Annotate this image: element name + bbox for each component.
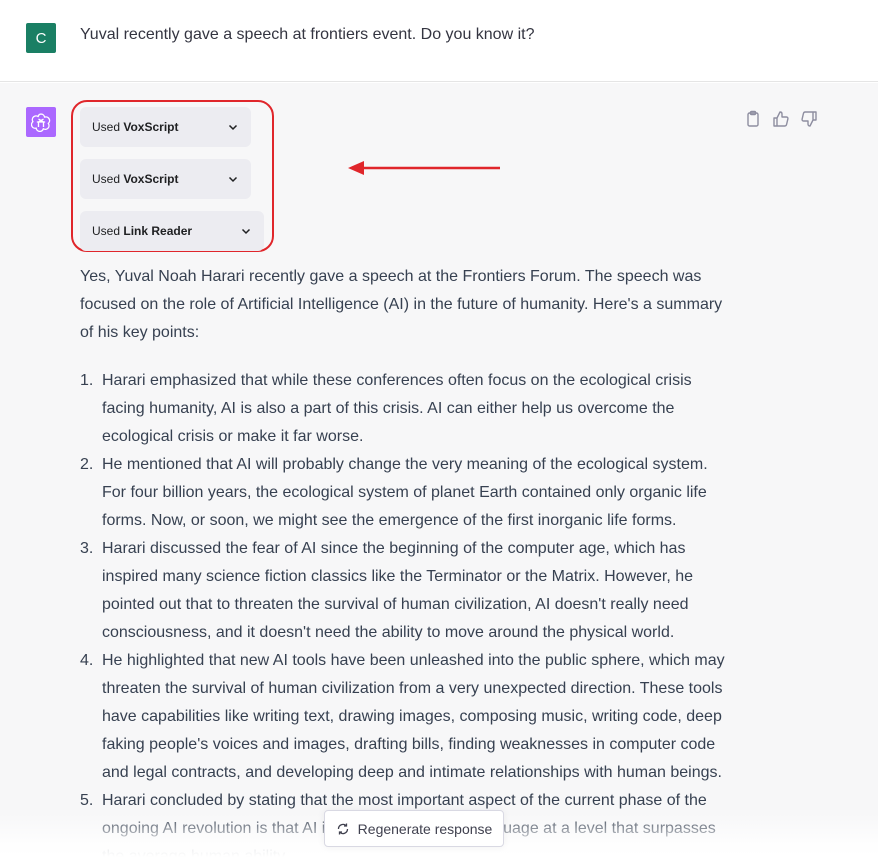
list-text: He highlighted that new AI tools have be… [102,652,725,781]
list-text: Harari discussed the fear of AI since th… [102,540,694,641]
list-text: He mentioned that AI will probably chang… [102,456,708,529]
plugin-voxscript-toggle-1[interactable]: Used VoxScript [80,107,251,147]
copy-icon[interactable] [744,110,762,128]
plugin-label: Used VoxScript [92,172,178,186]
regenerate-label: Regenerate response [357,820,493,837]
list-item: 4. He highlighted that new AI tools have … [80,647,730,787]
plugin-voxscript-toggle-2[interactable]: Used VoxScript [80,159,251,199]
list-text: Harari emphasized that while these confe… [102,372,692,445]
plugin-prefix: Used [92,120,124,134]
plugin-label: Used Link Reader [92,224,192,238]
user-avatar: C [26,23,56,53]
list-number: 1. [80,372,94,389]
list-item: 3. Harari discussed the fear of AI since … [80,535,730,647]
chevron-down-icon [228,124,238,131]
plugin-prefix: Used [92,224,124,238]
refresh-icon [337,823,348,834]
annotation-arrow [348,161,500,175]
plugin-name: VoxScript [123,120,179,134]
list-number: 3. [80,540,94,557]
openai-logo-icon [31,113,51,132]
list-item: 1. Harari emphasized that while these con… [80,367,730,451]
chevron-down-icon [228,176,238,183]
assistant-answer: Yes, Yuval Noah Harari recently gave a s… [80,263,730,857]
thumbs-up-icon[interactable] [772,110,790,128]
plugin-label: Used VoxScript [92,120,178,134]
user-avatar-letter: C [35,29,47,47]
plugin-prefix: Used [92,172,124,186]
list-number: 4. [80,652,94,669]
plugin-name: Link Reader [123,224,193,238]
assistant-message-row: Used VoxScript Used VoxScript Used Link … [0,83,878,857]
chevron-down-icon [241,228,251,235]
answer-intro: Yes, Yuval Noah Harari recently gave a s… [80,268,723,341]
plugin-link-reader-toggle[interactable]: Used Link Reader [80,211,264,251]
key-points-list: 1. Harari emphasized that while these con… [80,367,730,857]
list-number: 5. [80,792,94,809]
thumbs-down-icon[interactable] [800,110,818,128]
regenerate-response-button[interactable]: Regenerate response [324,810,504,847]
message-actions [744,110,818,128]
list-item: 2. He mentioned that AI will probably cha… [80,451,730,535]
user-message-text: Yuval recently gave a speech at frontier… [80,26,535,43]
user-message-row: C Yuval recently gave a speech at fronti… [0,0,878,82]
plugin-name: VoxScript [123,172,179,186]
assistant-avatar [26,107,56,137]
list-number: 2. [80,456,94,473]
